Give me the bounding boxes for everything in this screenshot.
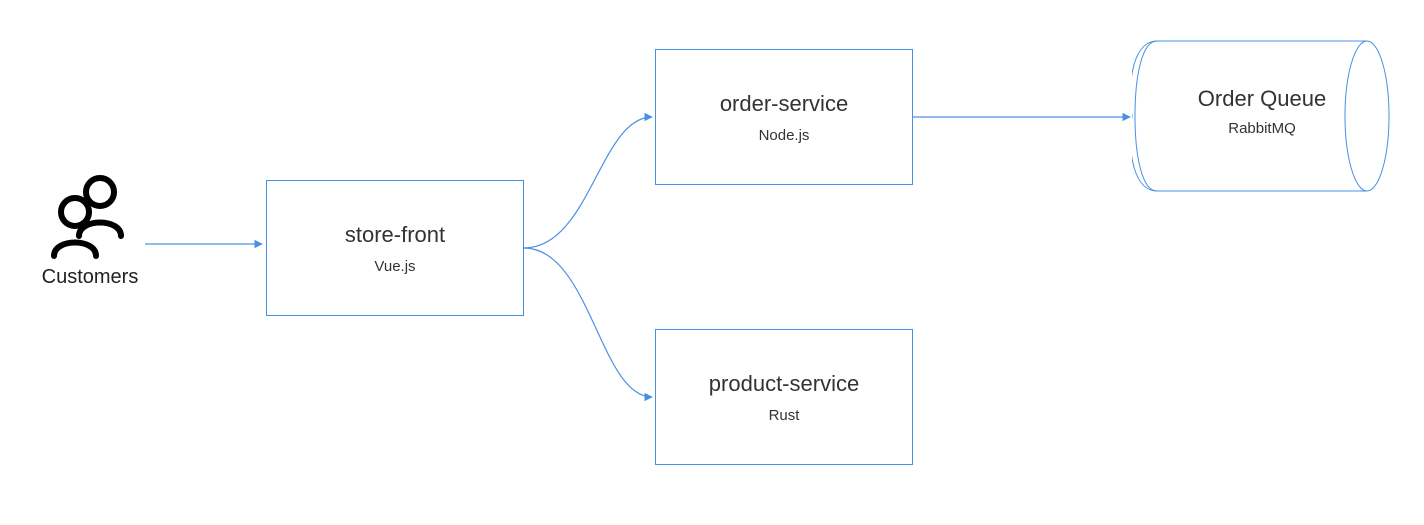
edge-storefront-orderservice <box>524 117 652 248</box>
product-service-title: product-service <box>709 371 859 397</box>
product-service-subtitle: Rust <box>769 407 800 424</box>
order-service-subtitle: Node.js <box>759 127 810 144</box>
store-front-subtitle: Vue.js <box>374 258 415 275</box>
customers-actor: Customers <box>30 170 150 289</box>
product-service-node: product-service Rust <box>655 329 913 465</box>
order-queue-title: Order Queue <box>1132 86 1392 112</box>
store-front-title: store-front <box>345 222 445 248</box>
order-queue-subtitle: RabbitMQ <box>1132 120 1392 137</box>
customers-label: Customers <box>42 266 139 289</box>
order-queue-node: Order Queue RabbitMQ <box>1132 36 1392 196</box>
store-front-node: store-front Vue.js <box>266 180 524 316</box>
edge-storefront-productservice <box>524 248 652 397</box>
users-icon <box>45 170 135 260</box>
order-service-title: order-service <box>720 91 848 117</box>
order-service-node: order-service Node.js <box>655 49 913 185</box>
